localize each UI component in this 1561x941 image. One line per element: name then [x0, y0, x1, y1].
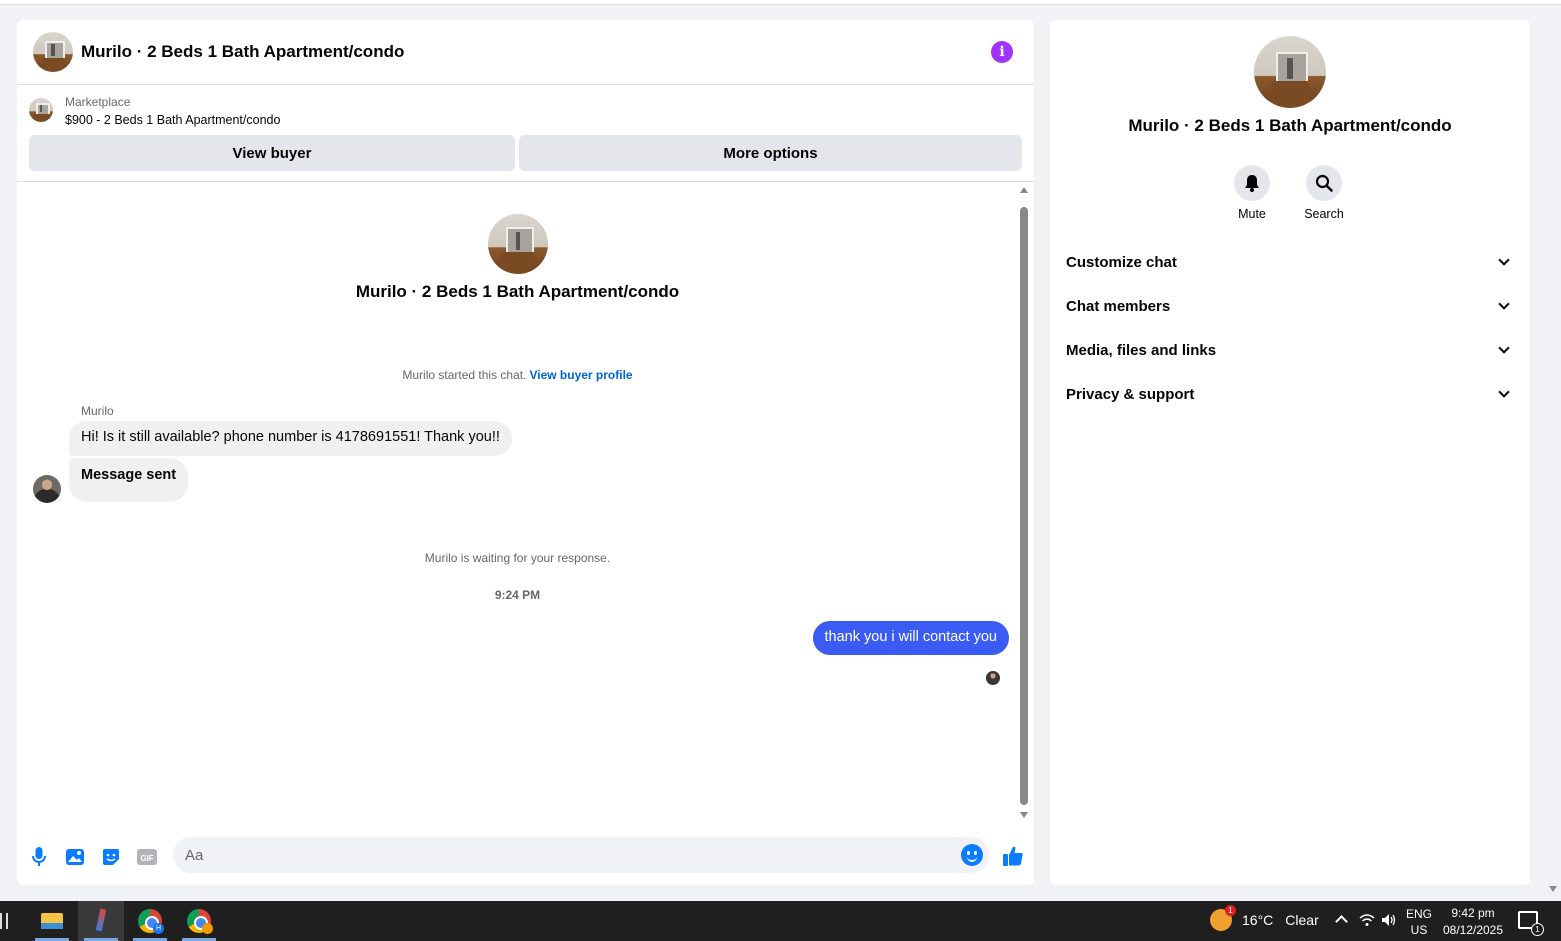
volume-icon[interactable]	[1381, 913, 1397, 929]
lang-top: ENG	[1406, 907, 1433, 921]
message-input[interactable]	[185, 846, 945, 864]
details-title: Murilo · 2 Beds 1 Bath Apartment/condo	[1128, 116, 1452, 135]
message-composer: GIF	[17, 828, 1034, 885]
menu-label: Media, files and links	[1066, 341, 1217, 359]
marketplace-listing-row[interactable]: Marketplace $900 - 2 Beds 1 Bath Apartme…	[29, 94, 280, 130]
chevron-down-icon	[1498, 342, 1510, 354]
message-scrollbar[interactable]	[1018, 185, 1030, 825]
intro-title: Murilo · 2 Beds 1 Bath Apartment/condo	[355, 282, 680, 301]
menu-label: Privacy & support	[1066, 385, 1195, 403]
microphone-icon[interactable]	[28, 846, 50, 868]
chevron-down-icon	[1498, 386, 1510, 398]
weather-badge: 1	[1225, 905, 1236, 916]
view-buyer-button[interactable]: View buyer	[29, 135, 515, 171]
photo-icon[interactable]	[64, 846, 86, 868]
search-action[interactable]: Search	[1294, 165, 1354, 221]
chat-members-section[interactable]: Chat members	[1066, 284, 1514, 328]
scroll-up-arrow[interactable]	[1020, 187, 1028, 193]
bell-icon[interactable]	[1234, 165, 1270, 201]
folder-icon	[41, 913, 63, 929]
marketplace-label: Marketplace	[65, 95, 131, 109]
more-options-button[interactable]: More options	[519, 135, 1022, 171]
incoming-message[interactable]: Message sent	[69, 458, 189, 502]
media-files-links-section[interactable]: Media, files and links	[1066, 328, 1514, 372]
windows-taskbar: H 1 16°C Clear ENG US 9:42 pm 08/12/2025…	[0, 901, 1561, 941]
search-icon[interactable]	[1306, 165, 1342, 201]
chevron-down-icon	[1498, 298, 1510, 310]
task-view-icon[interactable]	[0, 913, 8, 929]
clock-date: 08/12/2025	[1442, 923, 1504, 937]
chevron-down-icon	[1498, 254, 1510, 266]
outgoing-message[interactable]: thank you i will contact you	[812, 621, 1009, 655]
privacy-support-section[interactable]: Privacy & support	[1066, 372, 1514, 416]
divider	[17, 181, 1034, 182]
view-buyer-profile-link[interactable]: View buyer profile	[529, 368, 632, 382]
weather-widget[interactable]: 1 16°C Clear	[1210, 905, 1319, 931]
sticker-icon[interactable]	[100, 846, 122, 868]
emoji-icon[interactable]	[961, 844, 983, 866]
message-input-box[interactable]	[173, 837, 989, 873]
chat-details-panel: Murilo · 2 Beds 1 Bath Apartment/condo M…	[1050, 20, 1530, 885]
wifi-icon[interactable]	[1359, 913, 1375, 929]
system-clock[interactable]: 9:42 pm 08/12/2025	[1440, 905, 1506, 939]
waiting-notice: Murilo is waiting for your response.	[424, 551, 611, 565]
menu-label: Customize chat	[1066, 253, 1177, 271]
listing-price-title: $900 - 2 Beds 1 Bath Apartment/condo	[65, 113, 281, 127]
notification-count: 1	[1531, 923, 1544, 936]
gif-icon-label: GIF	[140, 854, 153, 863]
thumbs-up-icon[interactable]	[1001, 844, 1025, 868]
taskbar-file-explorer[interactable]	[29, 901, 75, 941]
profile-badge-icon: H	[153, 923, 164, 934]
weather-moon-icon: 1	[1210, 905, 1236, 931]
intro-avatar	[488, 214, 548, 274]
weather-desc: Clear	[1285, 912, 1319, 928]
page-scroll-down-arrow[interactable]	[1549, 886, 1557, 892]
chat-header: Murilo · 2 Beds 1 Bath Apartment/condo i	[17, 20, 1034, 85]
listing-avatar[interactable]	[33, 32, 73, 72]
clock-time: 9:42 pm	[1451, 906, 1495, 920]
show-hidden-icons-icon[interactable]	[1335, 915, 1348, 928]
customize-chat-section[interactable]: Customize chat	[1066, 240, 1514, 284]
chat-title[interactable]: Murilo · 2 Beds 1 Bath Apartment/condo	[81, 42, 404, 62]
taskbar-chrome-profile-h[interactable]: H	[127, 901, 173, 941]
search-label: Search	[1304, 207, 1344, 221]
gif-icon[interactable]: GIF	[136, 846, 158, 868]
scroll-thumb[interactable]	[1020, 207, 1028, 805]
info-icon[interactable]: i	[991, 41, 1013, 63]
pen-app-icon	[93, 909, 109, 933]
seen-indicator-avatar	[986, 671, 1000, 685]
scroll-down-arrow[interactable]	[1020, 812, 1028, 818]
profile-badge-icon	[202, 923, 213, 934]
lang-bottom: US	[1410, 923, 1428, 937]
started-text: Murilo started this chat.	[402, 368, 527, 382]
mute-action[interactable]: Mute	[1222, 165, 1282, 221]
chat-panel: Murilo · 2 Beds 1 Bath Apartment/condo i…	[17, 20, 1034, 885]
taskbar-chrome-profile-2[interactable]	[176, 901, 222, 941]
sender-name: Murilo	[81, 404, 114, 418]
menu-label: Chat members	[1066, 297, 1171, 315]
chat-started-notice: Murilo started this chat. View buyer prof…	[17, 368, 1018, 382]
language-indicator[interactable]: ENG US	[1406, 906, 1432, 938]
details-avatar	[1254, 36, 1326, 108]
taskbar-pen-app[interactable]	[78, 901, 124, 941]
sender-avatar[interactable]	[33, 475, 61, 503]
incoming-message[interactable]: Hi! Is it still available? phone number …	[69, 421, 512, 456]
browser-top-edge	[0, 0, 1561, 5]
mute-label: Mute	[1238, 207, 1266, 221]
weather-temp: 16°C	[1242, 912, 1274, 928]
listing-thumbnail	[29, 98, 53, 122]
message-timestamp: 9:24 PM	[494, 588, 541, 602]
